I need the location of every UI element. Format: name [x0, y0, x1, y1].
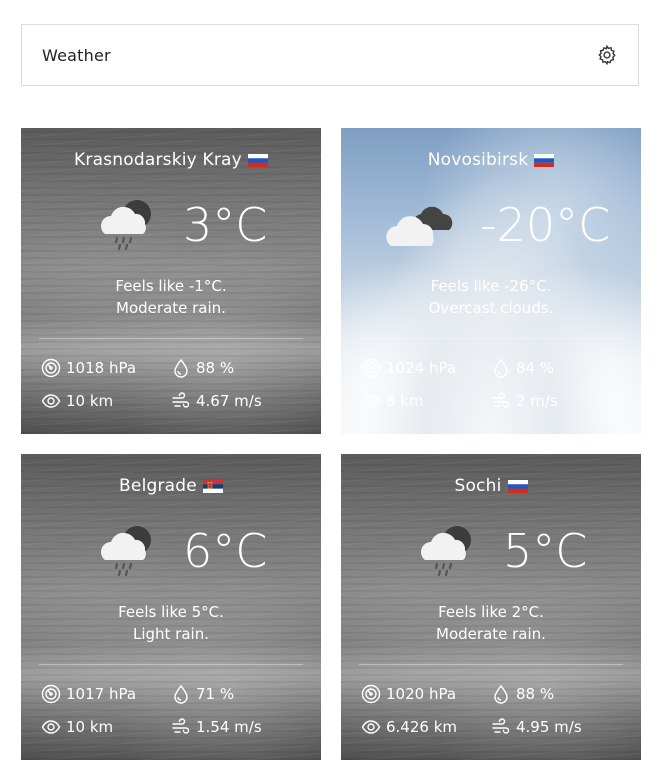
pressure-stat: 1017 hPa — [41, 684, 136, 704]
pressure-stat: 1020 hPa — [361, 684, 456, 704]
wind-icon — [172, 392, 190, 408]
humidity-value: 88 % — [516, 685, 555, 703]
weather-description: Feels like 2°C. Moderate rain. — [341, 601, 641, 645]
condition: Overcast clouds. — [428, 299, 554, 317]
droplet-icon — [174, 358, 188, 378]
humidity-value: 88 % — [196, 359, 235, 377]
wind-value: 4.67 m/s — [196, 392, 262, 410]
weather-description: Feels like 5°C. Light rain. — [21, 601, 321, 645]
city-name: Krasnodarskiy Kray — [21, 150, 321, 170]
condition: Moderate rain. — [436, 625, 546, 643]
eye-icon — [41, 394, 61, 408]
wind-stat: 4.67 m/s — [171, 391, 262, 411]
city-label: Novosibirsk — [427, 150, 529, 170]
droplet-icon — [174, 684, 188, 704]
serbia-flag-icon — [202, 479, 223, 493]
weather-card[interactable]: Novosibirsk -20°C Feels like -26°C. Over… — [341, 128, 641, 434]
app-header: Weather — [21, 24, 639, 86]
visibility-value: 8 km — [386, 392, 424, 410]
weather-description: Feels like -26°C. Overcast clouds. — [341, 275, 641, 319]
divider — [39, 664, 303, 665]
city-name: Sochi — [341, 476, 641, 496]
visibility-value: 10 km — [66, 718, 114, 736]
pressure-value: 1020 hPa — [386, 685, 457, 703]
pressure-value: 1024 hPa — [386, 359, 457, 377]
pressure-gauge-icon — [361, 684, 381, 704]
divider — [39, 338, 303, 339]
pressure-gauge-icon — [41, 358, 61, 378]
cloud-rain-icon — [101, 200, 151, 251]
city-label: Sochi — [454, 476, 502, 496]
visibility-stat: 8 km — [361, 391, 424, 411]
humidity-stat: 88 % — [171, 358, 234, 378]
condition: Moderate rain. — [116, 299, 226, 317]
feels-like: Feels like -1°C. — [115, 277, 227, 295]
wind-stat: 4.95 m/s — [491, 717, 582, 737]
app-title: Weather — [42, 45, 111, 65]
humidity-stat: 88 % — [491, 684, 554, 704]
droplet-icon — [494, 358, 508, 378]
weather-card[interactable]: Belgrade 6°C Feels like 5°C. Light rain.… — [21, 454, 321, 760]
eye-icon — [361, 394, 381, 408]
visibility-stat: 10 km — [41, 717, 113, 737]
humidity-stat: 84 % — [491, 358, 554, 378]
city-name: Belgrade — [21, 476, 321, 496]
wind-stat: 2 m/s — [491, 391, 558, 411]
wind-icon — [492, 392, 510, 408]
visibility-value: 10 km — [66, 392, 114, 410]
visibility-stat: 10 km — [41, 391, 113, 411]
settings-gear-icon[interactable] — [596, 44, 618, 66]
divider — [359, 338, 623, 339]
wind-icon — [172, 718, 190, 734]
pressure-value: 1017 hPa — [66, 685, 137, 703]
temperature: 3°C — [183, 198, 268, 252]
wind-icon — [492, 718, 510, 734]
temperature: -20°C — [480, 198, 611, 252]
humidity-value: 84 % — [516, 359, 555, 377]
feels-like: Feels like -26°C. — [430, 277, 552, 295]
pressure-stat: 1018 hPa — [41, 358, 136, 378]
wind-stat: 1.54 m/s — [171, 717, 262, 737]
russia-flag-icon — [247, 153, 268, 167]
weather-description: Feels like -1°C. Moderate rain. — [21, 275, 321, 319]
temperature: 6°C — [183, 524, 268, 578]
cloud-rain-icon — [101, 526, 151, 577]
weather-card[interactable]: Krasnodarskiy Kray 3°C Feels like -1°C. … — [21, 128, 321, 434]
temperature: 5°C — [503, 524, 588, 578]
wind-value: 1.54 m/s — [196, 718, 262, 736]
condition: Light rain. — [132, 625, 209, 643]
feels-like: Feels like 5°C. — [118, 603, 224, 621]
droplet-icon — [494, 684, 508, 704]
city-label: Belgrade — [119, 476, 197, 496]
pressure-value: 1018 hPa — [66, 359, 137, 377]
cloud-rain-icon — [421, 526, 471, 577]
eye-icon — [41, 720, 61, 734]
divider — [359, 664, 623, 665]
city-name: Novosibirsk — [341, 150, 641, 170]
pressure-gauge-icon — [41, 684, 61, 704]
weather-card[interactable]: Sochi 5°C Feels like 2°C. Moderate rain.… — [341, 454, 641, 760]
feels-like: Feels like 2°C. — [438, 603, 544, 621]
overcast-clouds-icon — [386, 206, 453, 246]
visibility-value: 6.426 km — [386, 718, 458, 736]
humidity-value: 71 % — [196, 685, 235, 703]
city-label: Krasnodarskiy Kray — [74, 150, 242, 170]
russia-flag-icon — [534, 153, 555, 167]
russia-flag-icon — [507, 479, 528, 493]
humidity-stat: 71 % — [171, 684, 234, 704]
wind-value: 2 m/s — [516, 392, 558, 410]
pressure-stat: 1024 hPa — [361, 358, 456, 378]
pressure-gauge-icon — [361, 358, 381, 378]
visibility-stat: 6.426 km — [361, 717, 457, 737]
eye-icon — [361, 720, 381, 734]
wind-value: 4.95 m/s — [516, 718, 582, 736]
